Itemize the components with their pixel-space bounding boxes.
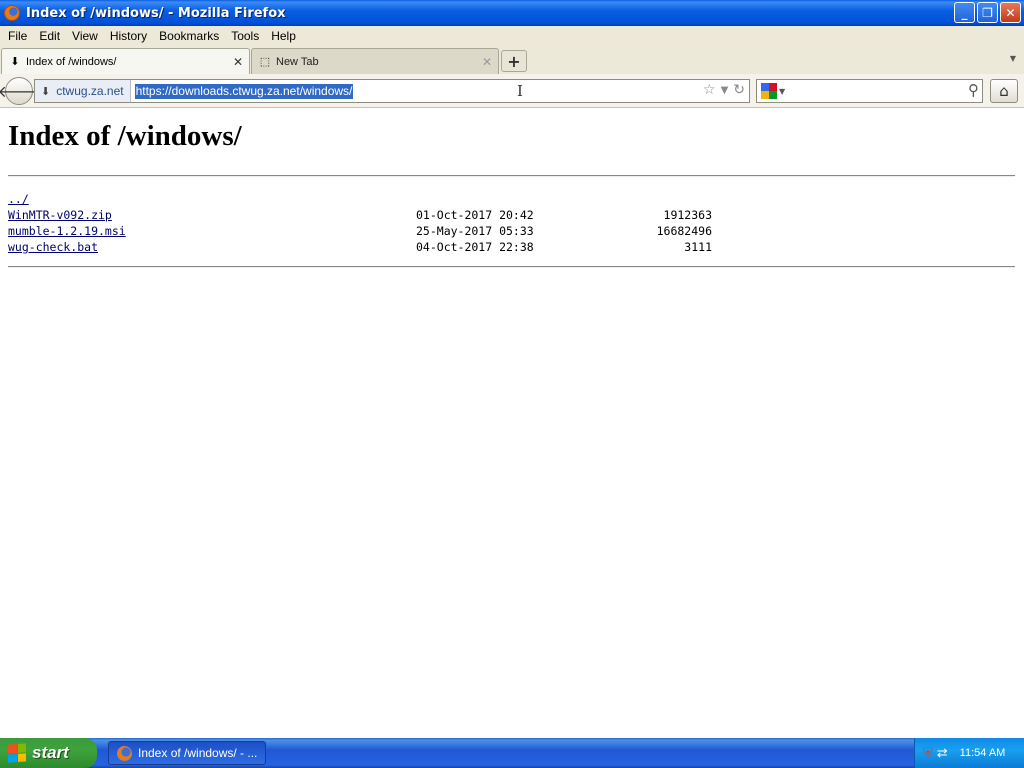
clock[interactable]: 11:54 AM (960, 747, 1006, 759)
start-button[interactable]: start (0, 738, 97, 768)
parent-directory-link[interactable]: ../ (8, 191, 29, 207)
bottom-divider (8, 266, 1015, 268)
dropdown-arrow-icon[interactable]: ▼ (721, 85, 729, 96)
file-date: 25-May-2017 05:33 (416, 224, 534, 238)
site-identity-button[interactable]: ⬇ ctwug.za.net (35, 80, 131, 102)
shield-icon[interactable]: ⛨ (923, 745, 933, 761)
windows-flag-icon (8, 743, 26, 763)
tab-label: New Tab (276, 55, 319, 68)
file-size: 1912363 (663, 208, 712, 222)
new-tab-button[interactable]: + (501, 50, 527, 72)
menu-history[interactable]: History (104, 29, 153, 43)
text-cursor-icon: I (517, 82, 523, 100)
home-button[interactable]: ⌂ (990, 79, 1018, 103)
list-item: WinMTR-v092.zip 01-Oct-2017 20:42 191236… (8, 207, 728, 223)
system-tray: ⛨ ⇄ 11:54 AM (914, 738, 1024, 768)
reload-icon[interactable]: ↻ (733, 82, 745, 98)
taskbar-item-label: Index of /windows/ - ... (138, 746, 258, 760)
page-heading: Index of /windows/ (8, 120, 242, 152)
navigation-toolbar: 🡐 ⬇ ctwug.za.net https://downloads.ctwug… (0, 74, 1024, 108)
site-identity-label: ctwug.za.net (56, 84, 124, 98)
download-icon: ⬇ (41, 85, 51, 98)
taskbar: start Index of /windows/ - ... ⛨ ⇄ 11:54… (0, 738, 1024, 768)
firefox-icon (4, 5, 20, 21)
file-listing: ../ WinMTR-v092.zip 01-Oct-2017 20:42 19… (8, 191, 728, 255)
star-icon[interactable]: ☆ (703, 82, 716, 98)
menu-bar: File Edit View History Bookmarks Tools H… (0, 26, 1024, 46)
file-link[interactable]: WinMTR-v092.zip (8, 207, 112, 223)
taskbar-item-firefox[interactable]: Index of /windows/ - ... (108, 741, 266, 765)
download-icon: ⬇ (10, 56, 20, 68)
back-button[interactable]: 🡐 (0, 77, 40, 105)
file-size: 3111 (684, 240, 712, 254)
magnifier-icon[interactable]: ⚲ (968, 81, 979, 99)
tab-close-button[interactable]: ✕ (482, 55, 492, 69)
network-icon[interactable]: ⇄ (937, 745, 948, 761)
window-title: Index of /windows/ - Mozilla Firefox (26, 5, 286, 21)
home-icon: ⌂ (999, 82, 1009, 100)
url-bar[interactable]: ⬇ ctwug.za.net https://downloads.ctwug.z… (34, 79, 750, 103)
page-content: Index of /windows/ ../ WinMTR-v092.zip 0… (0, 108, 1024, 738)
google-icon[interactable] (761, 83, 777, 99)
search-bar[interactable]: ▼ ⚲ (756, 79, 983, 103)
tab-new-tab[interactable]: ⬚ New Tab ✕ (251, 48, 499, 74)
start-label: start (32, 743, 69, 762)
tab-label: Index of /windows/ (26, 55, 117, 68)
menu-tools[interactable]: Tools (225, 29, 265, 43)
url-input[interactable]: https://downloads.ctwug.za.net/windows/ (134, 83, 354, 99)
tab-index-of-windows[interactable]: ⬇ Index of /windows/ ✕ (1, 48, 250, 74)
minimize-button[interactable]: _ (954, 2, 975, 23)
firefox-icon (117, 745, 132, 761)
file-date: 01-Oct-2017 20:42 (416, 208, 534, 222)
maximize-button[interactable]: ❐ (977, 2, 998, 23)
list-item: ../ (8, 191, 728, 207)
menu-view[interactable]: View (66, 29, 104, 43)
tab-close-button[interactable]: ✕ (233, 55, 243, 69)
tab-strip: ⬇ Index of /windows/ ✕ ⬚ New Tab ✕ + ▼ (0, 46, 1024, 74)
close-button[interactable]: ✕ (1000, 2, 1021, 23)
list-item: mumble-1.2.19.msi 25-May-2017 05:33 1668… (8, 223, 728, 239)
search-engine-dropdown-icon[interactable]: ▼ (779, 87, 785, 96)
file-date: 04-Oct-2017 22:38 (416, 240, 534, 254)
file-link[interactable]: wug-check.bat (8, 239, 98, 255)
top-divider (8, 175, 1015, 177)
blank-page-icon: ⬚ (259, 56, 271, 68)
menu-file[interactable]: File (2, 29, 33, 43)
tab-list-arrow-icon[interactable]: ▼ (1010, 54, 1016, 63)
menu-bookmarks[interactable]: Bookmarks (153, 29, 225, 43)
file-size: 16682496 (656, 224, 712, 238)
menu-help[interactable]: Help (265, 29, 302, 43)
menu-edit[interactable]: Edit (33, 29, 66, 43)
file-link[interactable]: mumble-1.2.19.msi (8, 223, 126, 239)
list-item: wug-check.bat 04-Oct-2017 22:38 3111 (8, 239, 728, 255)
window-titlebar[interactable]: Index of /windows/ - Mozilla Firefox _ ❐… (0, 0, 1024, 26)
